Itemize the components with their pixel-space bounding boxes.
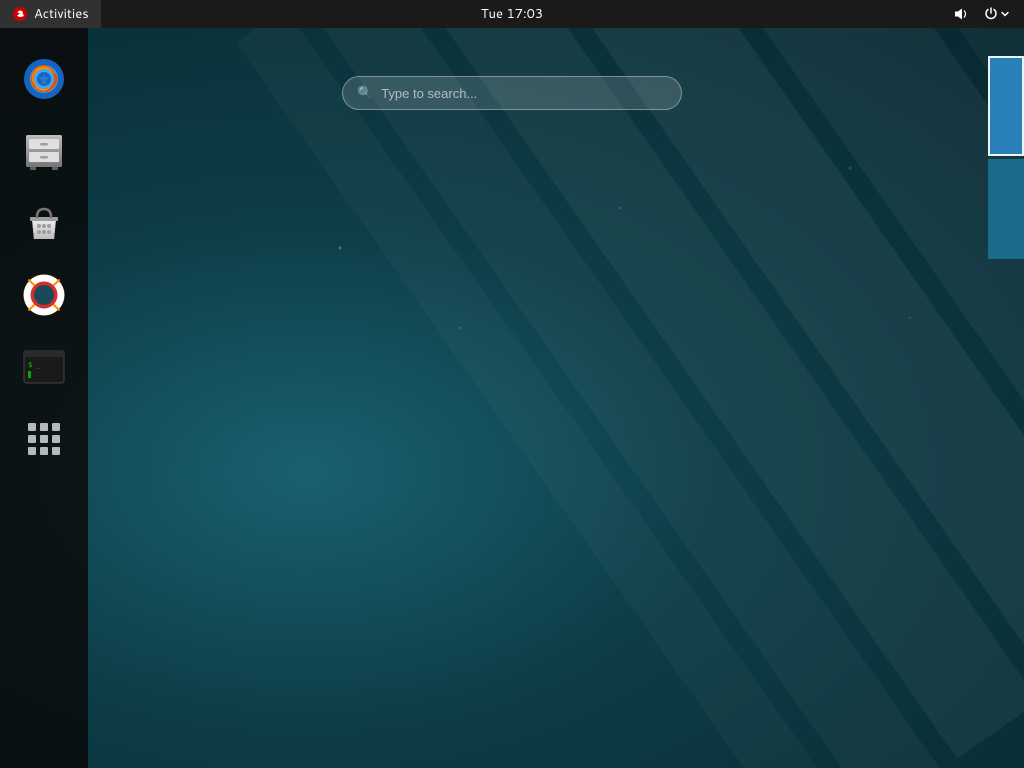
grid-dot [28,447,36,455]
topbar: Activities Tue 17:03 [0,0,1024,28]
search-bar[interactable]: 🔍 [342,76,682,110]
appgrid-grid [20,415,68,463]
desktop-decoration [0,28,1024,768]
software-icon [20,199,68,247]
power-icon [984,7,998,21]
topbar-left: Activities [0,0,101,28]
topbar-clock: Tue 17:03 [481,5,543,23]
workspace-switcher [988,56,1024,259]
help-icon [20,271,68,319]
system-menu-button[interactable] [978,3,1016,25]
volume-icon [953,6,969,22]
grid-dot [52,435,60,443]
workspace-2[interactable] [988,159,1024,259]
workspace-1[interactable] [988,56,1024,156]
firefox-icon [20,55,68,103]
search-input[interactable] [381,86,667,101]
redhat-logo-icon [12,6,28,22]
grid-dot [28,435,36,443]
desktop: 🔍 [0,28,1024,768]
terminal-icon: $ _ [20,343,68,391]
volume-button[interactable] [948,3,974,25]
activities-button[interactable]: Activities [0,0,101,28]
dock: $ _ [0,28,88,768]
dock-item-filemanager[interactable] [13,120,75,182]
grid-dot [40,435,48,443]
search-bar-container: 🔍 [342,76,682,110]
grid-dot [52,423,60,431]
grid-dot [40,447,48,455]
dock-item-help[interactable] [13,264,75,326]
grid-dot [52,447,60,455]
dock-item-appgrid[interactable] [13,408,75,470]
topbar-right [948,3,1024,25]
chevron-down-icon [1000,9,1010,19]
activities-label: Activities [34,5,89,23]
svg-text:$ _: $ _ [28,361,41,369]
dock-item-software[interactable] [13,192,75,254]
grid-dot [28,423,36,431]
dock-item-terminal[interactable]: $ _ [13,336,75,398]
grid-dot [40,423,48,431]
dock-item-firefox[interactable] [13,48,75,110]
filemanager-icon [20,127,68,175]
search-icon: 🔍 [357,84,373,102]
